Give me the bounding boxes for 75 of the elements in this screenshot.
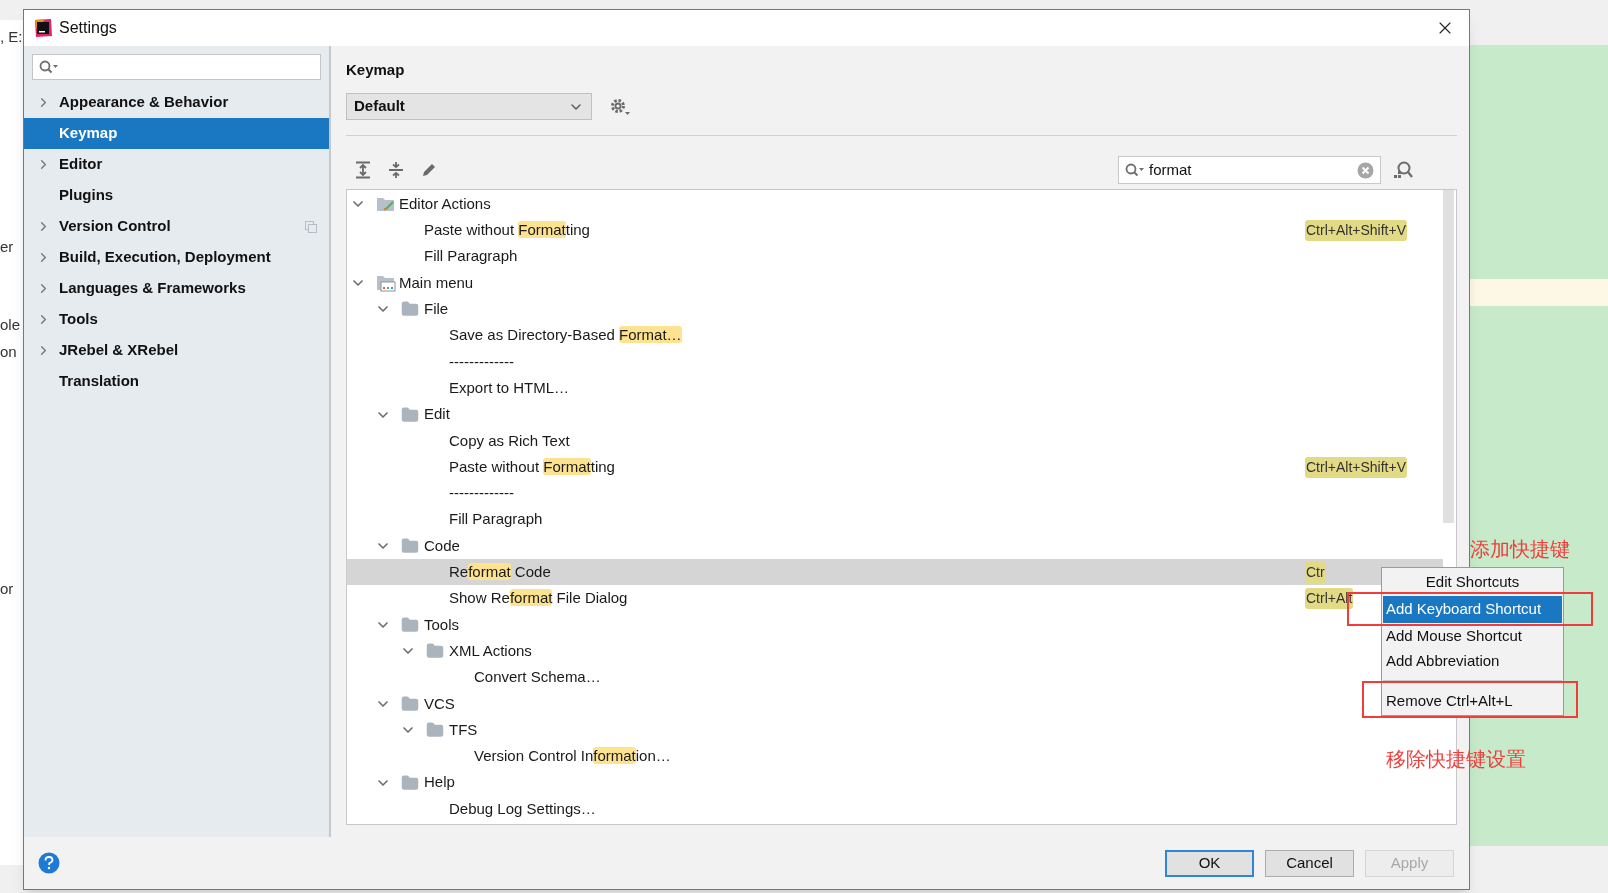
window-title: Settings (59, 18, 117, 38)
sidebar-label: Build, Execution, Deployment (59, 247, 271, 268)
tree-item[interactable]: Copy as Rich Text (449, 429, 570, 453)
tree-item[interactable]: Paste without Formatting (449, 455, 615, 479)
sidebar-label: Tools (59, 309, 98, 330)
tree-item[interactable]: XML Actions (449, 639, 532, 663)
tree-item[interactable]: Code (424, 534, 460, 558)
sidebar-item[interactable]: Plugins (24, 180, 329, 211)
dialog-button[interactable]: Cancel (1265, 849, 1354, 877)
background-text: or (0, 580, 14, 598)
sidebar-label: Editor (59, 154, 103, 175)
clear-icon[interactable] (1357, 161, 1374, 179)
app-logo-icon (33, 18, 53, 38)
tree-item[interactable]: Convert Schema… (474, 666, 601, 689)
sidebar-label: Appearance & Behavior (59, 92, 229, 113)
background-text: er (0, 238, 14, 256)
tree-item[interactable]: Version Control Information… (474, 745, 671, 768)
page-title: Keymap (346, 60, 406, 80)
keymap-dropdown[interactable]: Default (346, 93, 592, 120)
tree-item[interactable]: Debug Log Settings… (449, 797, 596, 821)
tree-item[interactable]: Save as Directory-Based Format… (449, 324, 682, 347)
sidebar-item[interactable]: JRebel & XRebel (24, 335, 329, 366)
tree-item[interactable]: Tools (424, 613, 460, 637)
tree-item[interactable]: ------------- (449, 482, 514, 505)
expand-all-icon[interactable] (354, 161, 372, 179)
sidebar-label: Translation (59, 371, 140, 392)
tree-item[interactable]: Show Reformat File Dialog (449, 587, 628, 610)
sidebar-label: Plugins (59, 185, 114, 206)
tree-item[interactable]: Editor Actions (399, 192, 491, 216)
sidebar-label: JRebel & XRebel (59, 340, 179, 361)
menu-title: Edit Shortcuts (1424, 572, 1521, 592)
sidebar-item[interactable]: Build, Execution, Deployment (24, 242, 329, 273)
tree-item[interactable]: Paste without Formatting (424, 219, 590, 242)
sidebar-item[interactable]: Tools (24, 304, 329, 335)
sidebar-item[interactable]: Version Control (24, 211, 329, 242)
search-icon (1125, 163, 1145, 177)
dialog-button[interactable]: OK (1165, 849, 1254, 877)
background-text: , E: (0, 28, 23, 46)
scrollbar[interactable] (1443, 190, 1454, 523)
sidebar-label: Keymap (59, 123, 118, 144)
menu-item[interactable]: Add Abbreviation (1383, 648, 1562, 673)
sidebar-item[interactable]: Keymap (24, 118, 329, 149)
tree-item[interactable]: Help (424, 771, 455, 794)
sidebar-item[interactable]: Languages & Frameworks (24, 273, 329, 304)
help-icon[interactable] (38, 852, 60, 874)
sidebar-item[interactable]: Editor (24, 149, 329, 180)
menu-item[interactable]: Remove Ctrl+Alt+L (1383, 688, 1562, 713)
pencil-icon[interactable] (420, 161, 438, 179)
sidebar-label: Languages & Frameworks (59, 278, 246, 299)
tree-item[interactable]: Main menu (399, 271, 474, 295)
tree-item[interactable]: Fill Paragraph (449, 508, 543, 531)
collapse-all-icon[interactable] (387, 161, 405, 179)
shortcut-badge: Ctr (1305, 561, 1326, 583)
search-field[interactable] (32, 54, 321, 80)
background-text: ole (0, 316, 21, 334)
menu-item[interactable]: Add Keyboard Shortcut (1383, 596, 1562, 623)
shortcut-badge: Ctrl+Alt+Shift+V (1305, 219, 1407, 241)
menu-item[interactable]: Add Mouse Shortcut (1383, 623, 1562, 648)
filter-field[interactable]: format (1118, 156, 1381, 184)
find-shortcut-icon[interactable] (1393, 160, 1413, 180)
tree-item[interactable]: Edit (424, 403, 450, 426)
sidebar-item[interactable]: Appearance & Behavior (24, 87, 329, 118)
sidebar-item[interactable]: Translation (24, 366, 329, 397)
tree-item[interactable]: File (424, 298, 449, 321)
annotation-text: 添加快捷键 (1470, 536, 1570, 563)
tree-item[interactable]: Fill Paragraph (424, 245, 518, 268)
settings-icon[interactable] (609, 96, 631, 117)
tree-item[interactable]: TFS (449, 718, 478, 742)
tree-item[interactable]: VCS (424, 692, 455, 716)
tree-item[interactable]: Export to HTML… (449, 376, 570, 400)
sidebar-label: Version Control (59, 216, 171, 237)
search-icon (39, 60, 59, 74)
background-text: on (0, 343, 17, 361)
shortcut-badge: Ctrl+Alt+Shift+V (1305, 456, 1407, 478)
tree-item[interactable]: ------------- (449, 350, 514, 374)
